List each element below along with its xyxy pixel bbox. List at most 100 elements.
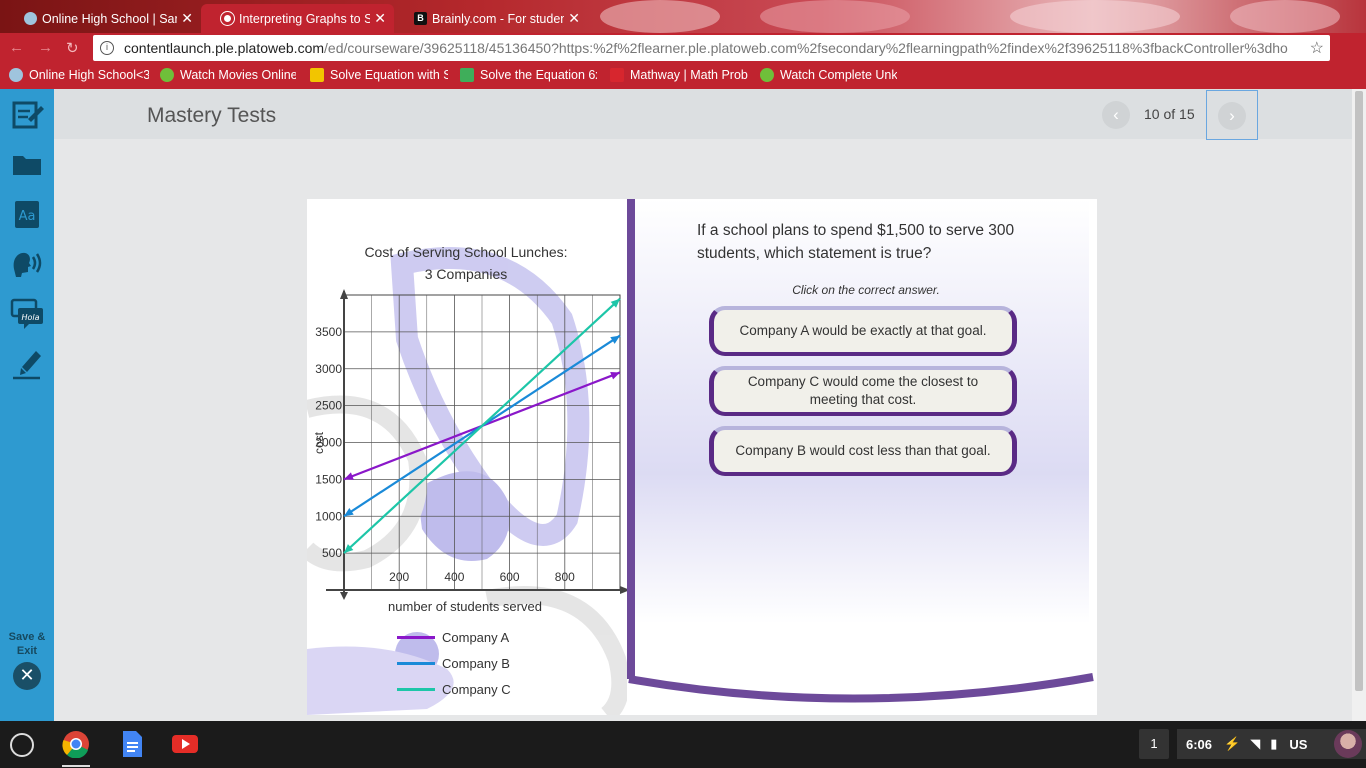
bookmark-mathway[interactable]: Mathway | Math Prob bbox=[610, 68, 748, 82]
youtube-icon[interactable] bbox=[171, 730, 199, 758]
dictionary-button[interactable]: Aa bbox=[0, 189, 54, 239]
previous-question-button[interactable]: ‹ bbox=[1102, 101, 1130, 129]
wallpaper-flower bbox=[1010, 0, 1180, 33]
browser-toolbar: ← → ↻ i contentlaunch.ple.platoweb.com/e… bbox=[0, 33, 1366, 63]
url-host: contentlaunch.ple.platoweb.com bbox=[124, 40, 325, 56]
chrome-icon[interactable] bbox=[62, 730, 90, 758]
highlighter-button[interactable] bbox=[0, 339, 54, 389]
tab-brainly[interactable]: B Brainly.com - For studen ✕ bbox=[394, 4, 588, 33]
answer-option-c[interactable]: Company B would cost less than that goal… bbox=[709, 426, 1017, 476]
bookmark-label: Solve Equation with S bbox=[330, 68, 448, 82]
text-to-speech-icon bbox=[13, 252, 42, 277]
globe-icon bbox=[24, 12, 37, 25]
save-exit-label: Save & Exit bbox=[8, 631, 46, 657]
y-tick-label: 1500 bbox=[315, 472, 342, 486]
question-card: 200 400 600 800 500 1000 1500 2000 2500 3000 3500 … bbox=[307, 199, 1097, 715]
info-icon[interactable]: i bbox=[100, 41, 114, 55]
bookmarks-bar: Online High School<3 Watch Movies Online… bbox=[0, 63, 1366, 89]
series-arrowhead bbox=[610, 371, 620, 380]
bookmark-label: Mathway | Math Prob bbox=[630, 68, 748, 82]
page-title: Mastery Tests bbox=[147, 104, 277, 127]
folder-icon bbox=[13, 156, 41, 175]
x-axis-label: number of students served bbox=[388, 599, 542, 614]
tab-strip: Online High School | Sar ✕ Interpreting … bbox=[0, 0, 1366, 33]
c-icon bbox=[460, 68, 474, 82]
answer-option-a[interactable]: Company A would be exactly at that goal. bbox=[709, 306, 1017, 356]
series-arrowhead bbox=[344, 472, 354, 480]
question-counter: 10 of 15 bbox=[1144, 106, 1195, 122]
page-scrollbar[interactable] bbox=[1352, 89, 1366, 721]
tab-online-high-school[interactable]: Online High School | Sar ✕ bbox=[4, 4, 201, 33]
answer-option-b[interactable]: Company C would come the closest to meet… bbox=[709, 366, 1017, 416]
translate-button[interactable]: Hola bbox=[0, 289, 54, 339]
active-app-indicator bbox=[62, 765, 90, 767]
status-tray[interactable]: 6:06 ⚡ ◥ ▮ US bbox=[1177, 729, 1366, 759]
test-header: Mastery Tests ‹ 10 of 15 › bbox=[54, 89, 1352, 140]
tab-label: Online High School | Sar bbox=[42, 11, 177, 26]
forward-arrow-icon[interactable]: → bbox=[38, 39, 53, 56]
globe-icon bbox=[9, 68, 23, 82]
wallpaper-flower bbox=[1230, 0, 1340, 33]
legend-label: Company B bbox=[442, 655, 510, 671]
y-tick-label: 500 bbox=[322, 546, 342, 560]
legend-company-b: Company B bbox=[397, 653, 510, 673]
reload-icon[interactable]: ↻ bbox=[66, 39, 79, 57]
notifications-off-icon: ⚡ bbox=[1224, 736, 1241, 751]
y-axis-arrow bbox=[340, 592, 348, 600]
bookmark-solve-equation-s[interactable]: Solve Equation with S bbox=[310, 68, 448, 82]
legend-swatch bbox=[397, 635, 435, 639]
tools-sidebar: Aa Hola Save & Exit ✕ bbox=[0, 89, 54, 721]
chevron-right-icon: › bbox=[1229, 106, 1235, 125]
bookmark-watch-complete[interactable]: Watch Complete Unk bbox=[760, 68, 897, 82]
scrollbar-thumb[interactable] bbox=[1355, 91, 1363, 691]
play-icon bbox=[160, 68, 174, 82]
close-icon[interactable]: ✕ bbox=[374, 10, 386, 27]
keyboard-locale: US bbox=[1289, 736, 1308, 752]
chart-title-line: Cost of Serving School Lunches: bbox=[364, 244, 568, 260]
os-taskbar: 1 6:06 ⚡ ◥ ▮ US bbox=[0, 721, 1366, 768]
answer-text: Company B would cost less than that goal… bbox=[735, 443, 991, 458]
chevron-left-icon: ‹ bbox=[1113, 105, 1119, 124]
highlighter-icon bbox=[13, 351, 41, 380]
close-icon[interactable]: ✕ bbox=[568, 10, 580, 27]
battery-icon: ▮ bbox=[1270, 736, 1278, 751]
next-button-circle: › bbox=[1218, 102, 1246, 130]
back-arrow-icon[interactable]: ← bbox=[9, 39, 24, 56]
y-tick-label: 3500 bbox=[315, 325, 342, 339]
folder-button[interactable] bbox=[0, 139, 54, 189]
workspace-badge[interactable]: 1 bbox=[1139, 729, 1169, 759]
x-tick-label: 200 bbox=[389, 570, 409, 584]
close-icon[interactable]: ✕ bbox=[181, 10, 193, 27]
bookmark-online-high-school[interactable]: Online High School<3 bbox=[9, 68, 149, 82]
answer-text: Company C would come the closest to meet… bbox=[747, 374, 979, 407]
save-exit-button[interactable]: ✕ bbox=[13, 662, 41, 690]
tab-interpreting-graphs[interactable]: Interpreting Graphs to Sc ✕ bbox=[201, 4, 394, 33]
plato-icon bbox=[221, 12, 234, 25]
mathway-icon bbox=[610, 68, 624, 82]
wifi-icon: ◥ bbox=[1250, 736, 1261, 751]
y-tick-label: 2500 bbox=[315, 399, 342, 413]
chart-subtitle-line: 3 Companies bbox=[424, 266, 508, 282]
legend-company-a: Company A bbox=[397, 627, 509, 647]
notepad-button[interactable] bbox=[0, 89, 54, 139]
bookmark-label: Watch Movies Online bbox=[180, 68, 296, 82]
legend-label: Company A bbox=[442, 629, 510, 645]
bookmark-label: Watch Complete Unk bbox=[780, 68, 897, 82]
brainly-icon: B bbox=[414, 12, 427, 25]
x-tick-label: 800 bbox=[555, 570, 575, 584]
text-to-speech-button[interactable] bbox=[0, 239, 54, 289]
bookmark-watch-movies[interactable]: Watch Movies Online bbox=[160, 68, 296, 82]
bookmark-label: Solve the Equation 6x bbox=[480, 68, 597, 82]
wallpaper-flower bbox=[760, 0, 910, 33]
play-icon bbox=[760, 68, 774, 82]
address-bar[interactable]: i contentlaunch.ple.platoweb.com/ed/cour… bbox=[93, 35, 1330, 61]
launcher-icon[interactable] bbox=[10, 733, 34, 757]
bookmark-solve-equation-6x[interactable]: Solve the Equation 6x bbox=[460, 68, 597, 82]
docs-icon[interactable] bbox=[118, 730, 146, 758]
bookmark-star-icon[interactable]: ☆ bbox=[1305, 38, 1324, 58]
legend-company-c: Company C bbox=[397, 679, 511, 699]
close-icon: ✕ bbox=[19, 665, 35, 685]
next-question-button[interactable]: › bbox=[1206, 90, 1258, 140]
tab-label: Brainly.com - For studen bbox=[432, 11, 564, 26]
url-path: /ed/courseware/39625118/45136450?https:%… bbox=[324, 40, 1288, 56]
